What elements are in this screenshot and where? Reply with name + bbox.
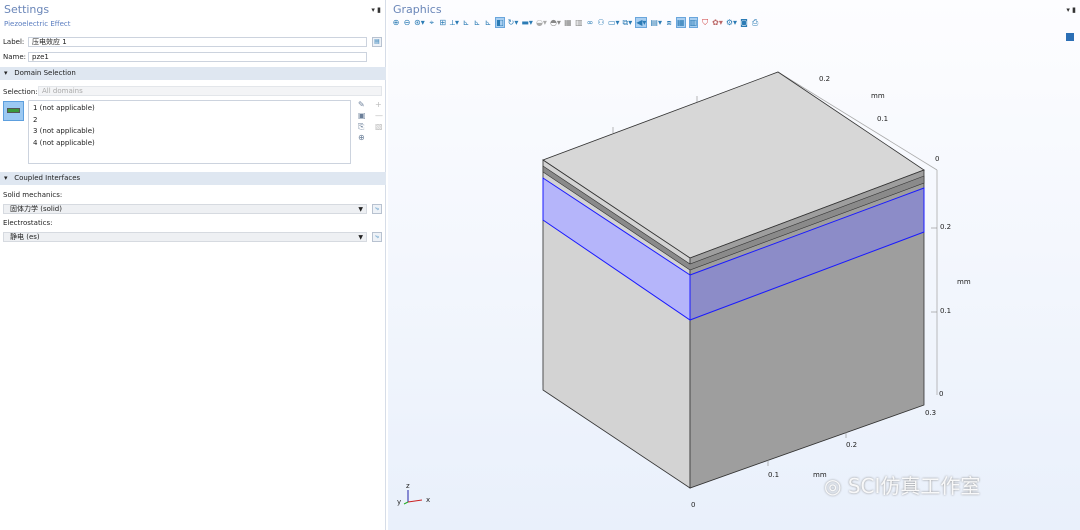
wechat-icon: ◎ [824,474,848,498]
watermark-text: SCI仿真工作室 [847,474,981,498]
axis-label: 0.1 [768,471,780,479]
triad-z: z [406,482,410,490]
watermark: ◎ SCI仿真工作室 [824,470,980,499]
axis-label: 0.3 [925,409,937,417]
axis-label: 0.1 [940,307,952,315]
axis-unit: mm [957,278,971,286]
axis-label: 0 [935,155,940,163]
axis-label: 0 [691,501,696,509]
axis-label: 0.1 [877,115,889,123]
coordinate-triad: z y x [396,482,436,510]
axis-label: 0.2 [940,223,952,231]
graphics-panel: Graphics ▾ ▮ ⊕ ⊖ ⊛▾ ⌖ ⊞ ⟂▾ ⊾ ⊾ ⊾ ◧ ↻▾ ▬▾ ◒▾ ◓▾ ▦ ▥ ∞ ⚇… [388,0,1080,530]
triad-y: y [397,498,402,506]
triad-x: x [426,496,431,504]
axis-label: 0.2 [819,75,831,83]
axis-label: 0.2 [846,441,858,449]
axis-unit: mm [871,92,885,100]
axis-label: 0 [939,390,944,398]
geometry-view[interactable] [0,0,1080,530]
